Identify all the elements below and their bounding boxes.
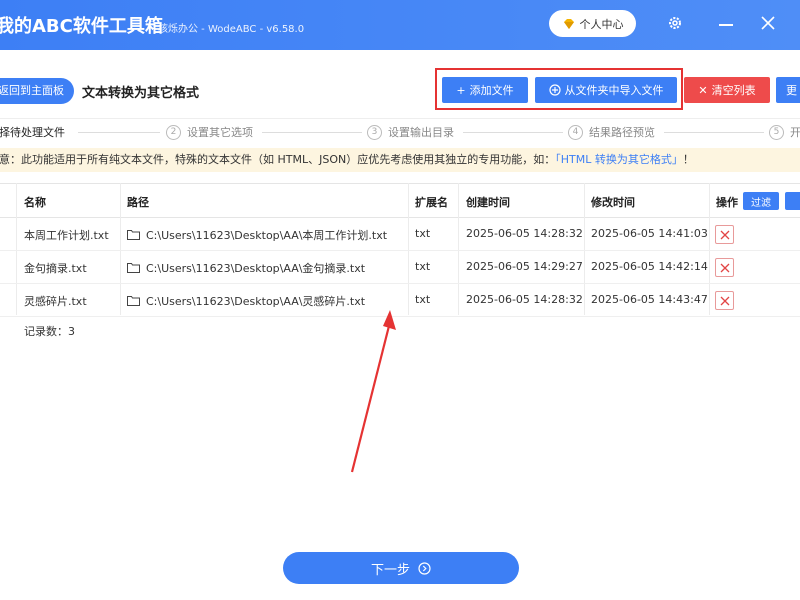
- title-bar: 我的ABC软件工具箱 核烁办公 - WodeABC - v6.58.0 个人中心: [0, 0, 800, 50]
- close-icon: [720, 296, 729, 305]
- cell-path: C:\Users\11623\Desktop\AA\灵感碎片.txt: [127, 293, 365, 309]
- step-number: 3: [367, 124, 382, 140]
- step-number: 5: [769, 124, 784, 140]
- header-modified[interactable]: 修改时间: [591, 194, 635, 210]
- cell-modified: 2025-06-05 14:41:03: [591, 227, 708, 240]
- step-connector: [78, 132, 160, 133]
- cell-name: 灵感碎片.txt: [24, 295, 87, 308]
- clear-list-button[interactable]: ✕ 清空列表: [684, 77, 770, 103]
- step-number: 4: [568, 124, 583, 140]
- x-icon: ✕: [698, 83, 708, 97]
- close-icon: [720, 263, 729, 272]
- app-title: 我的ABC软件工具箱: [0, 16, 163, 37]
- steps-bar: 选择待处理文件 2 设置其它选项 3 设置输出目录 4 结果路径预览 5 开: [0, 118, 800, 144]
- close-icon: [720, 230, 729, 239]
- step-5: 5 开: [769, 124, 800, 140]
- more-button[interactable]: 更: [776, 77, 800, 103]
- import-folder-button[interactable]: 从文件夹中导入文件: [535, 77, 677, 103]
- circle-plus-icon: [548, 84, 561, 96]
- delete-row-button[interactable]: [715, 225, 734, 244]
- gear-icon[interactable]: [667, 15, 683, 31]
- step-label: 选择待处理文件: [0, 126, 65, 139]
- step-label: 开: [790, 126, 800, 139]
- path-text: C:\Users\11623\Desktop\AA\金句摘录.txt: [146, 262, 366, 275]
- user-center-button[interactable]: 个人中心: [549, 10, 636, 37]
- cell-ext: txt: [415, 293, 431, 306]
- step-label: 设置输出目录: [388, 126, 454, 139]
- step-3: 3 设置输出目录: [367, 124, 454, 140]
- table-row[interactable]: 金句摘录.txt C:\Users\11623\Desktop\AA\金句摘录.…: [0, 251, 800, 284]
- cell-created: 2025-06-05 14:28:32: [466, 227, 583, 240]
- notice-banner: 注意：此功能适用于所有纯文本文件，特殊的文本文件（如 HTML、JSON）应优先…: [0, 148, 800, 172]
- header-ext[interactable]: 扩展名: [415, 194, 448, 210]
- next-step-button[interactable]: 下一步: [283, 552, 519, 584]
- folder-icon: [127, 296, 140, 306]
- back-to-main-button[interactable]: 返回到主面板: [0, 78, 74, 104]
- add-file-label: 添加文件: [469, 84, 514, 97]
- cell-created: 2025-06-05 14:29:27: [466, 260, 583, 273]
- add-file-button[interactable]: + 添加文件: [442, 77, 528, 103]
- more-label: 更: [786, 84, 797, 97]
- close-icon[interactable]: [760, 15, 776, 31]
- app-subtitle: 核烁办公 - WodeABC - v6.58.0: [158, 24, 305, 35]
- page-title: 文本转换为其它格式: [82, 86, 200, 101]
- folder-icon: [127, 230, 140, 240]
- cell-ext: txt: [415, 260, 431, 273]
- header-ops: 操作: [716, 196, 738, 209]
- step-label: 结果路径预览: [589, 126, 655, 139]
- table-row[interactable]: 本周工作计划.txt C:\Users\11623\Desktop\AA\本周工…: [0, 218, 800, 251]
- step-4: 4 结果路径预览: [568, 124, 655, 140]
- notice-text: 注意：此功能适用于所有纯文本文件，特殊的文本文件（如 HTML、JSON）应优先…: [0, 153, 556, 166]
- step-number: 2: [166, 124, 181, 140]
- next-step-label: 下一步: [370, 562, 410, 578]
- diamond-icon: [563, 18, 574, 29]
- delete-row-button[interactable]: [715, 291, 734, 310]
- step-label: 设置其它选项: [187, 126, 253, 139]
- cell-path: C:\Users\11623\Desktop\AA\金句摘录.txt: [127, 260, 365, 276]
- clear-list-label: 清空列表: [711, 84, 756, 97]
- filter-button[interactable]: 过滤: [743, 192, 779, 210]
- minimize-icon[interactable]: [719, 24, 733, 26]
- header-path[interactable]: 路径: [127, 194, 149, 210]
- plus-icon: +: [456, 83, 466, 97]
- path-text: C:\Users\11623\Desktop\AA\灵感碎片.txt: [146, 295, 366, 308]
- annotation-arrow-icon: [350, 310, 396, 473]
- cell-created: 2025-06-05 14:28:32: [466, 293, 583, 306]
- cell-name: 金句摘录.txt: [24, 262, 87, 275]
- step-connector: [463, 132, 563, 133]
- record-count: 记录数：3: [24, 325, 75, 338]
- step-2: 2 设置其它选项: [166, 124, 253, 140]
- html-convert-link[interactable]: 「HTML 转换为其它格式」: [555, 153, 683, 166]
- cell-ext: txt: [415, 227, 431, 240]
- sort-button[interactable]: [785, 192, 800, 210]
- import-folder-label: 从文件夹中导入文件: [564, 84, 664, 97]
- delete-row-button[interactable]: [715, 258, 734, 277]
- folder-icon: [127, 263, 140, 273]
- cell-name: 本周工作计划.txt: [24, 229, 109, 242]
- cell-modified: 2025-06-05 14:42:14: [591, 260, 708, 273]
- arrow-right-circle-icon: [418, 561, 431, 575]
- step-connector: [664, 132, 764, 133]
- header-created[interactable]: 创建时间: [466, 194, 510, 210]
- path-text: C:\Users\11623\Desktop\AA\本周工作计划.txt: [146, 229, 388, 242]
- cell-modified: 2025-06-05 14:43:47: [591, 293, 708, 306]
- user-center-label: 个人中心: [579, 17, 624, 31]
- cell-path: C:\Users\11623\Desktop\AA\本周工作计划.txt: [127, 227, 387, 243]
- notice-suffix: ！: [682, 153, 694, 166]
- header-name[interactable]: 名称: [24, 194, 46, 210]
- step-1: 选择待处理文件: [0, 124, 65, 140]
- step-connector: [262, 132, 362, 133]
